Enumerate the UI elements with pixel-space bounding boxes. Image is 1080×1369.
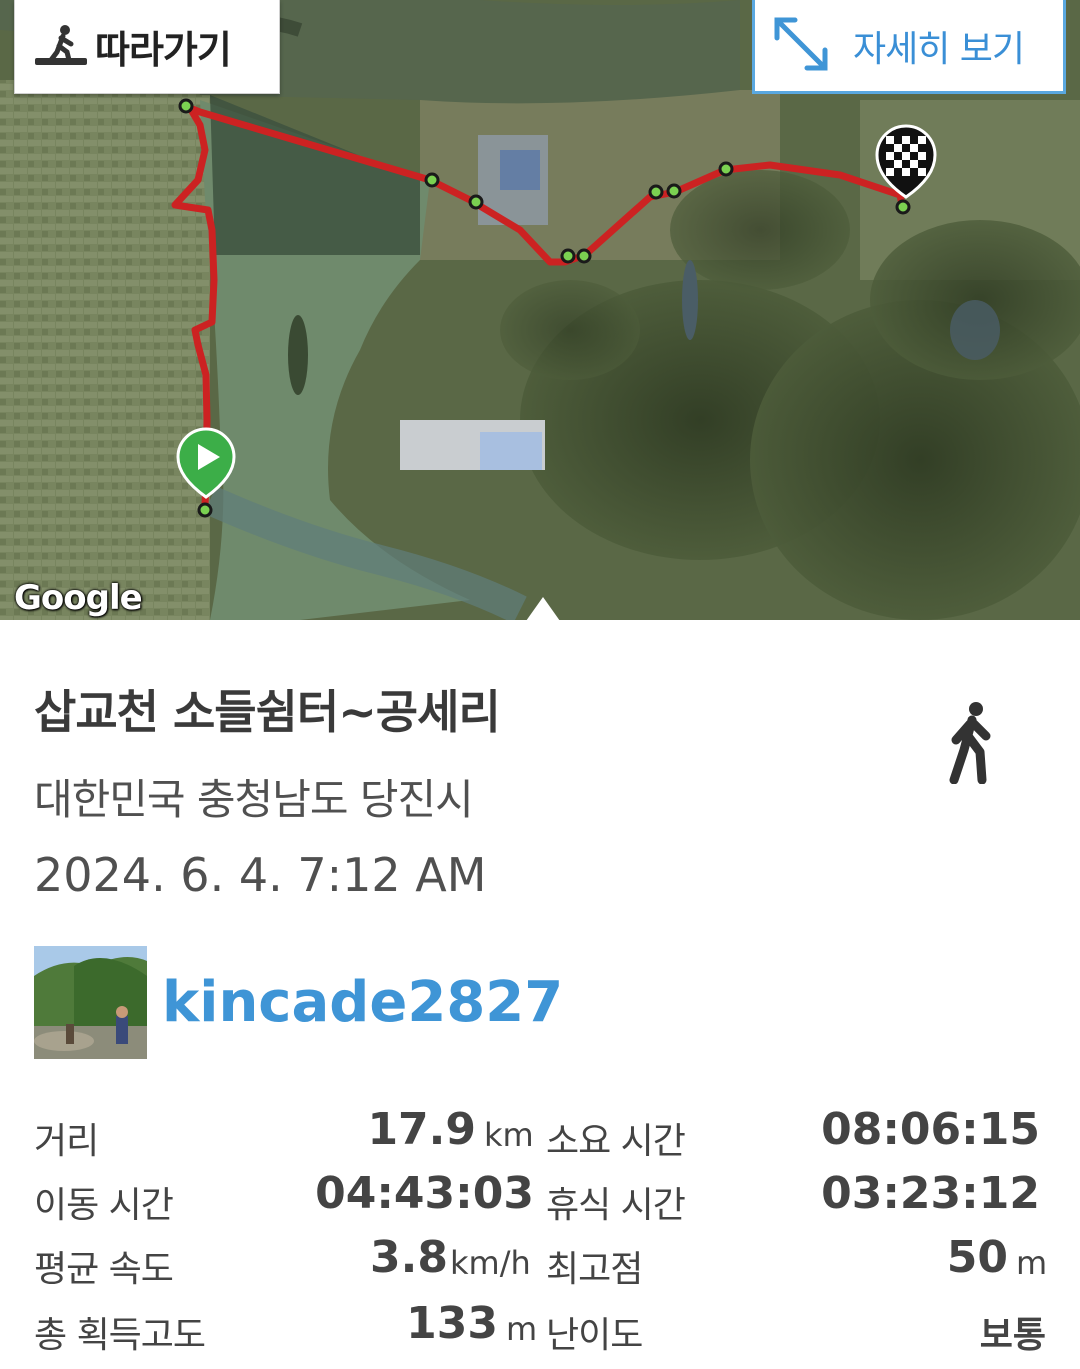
detail-label: 자세히 보기 xyxy=(853,28,1025,70)
stat-label-moving-time: 이동 시간 xyxy=(34,1185,174,1226)
stat-label-distance: 거리 xyxy=(34,1121,99,1162)
stat-label-max-elevation: 최고점 xyxy=(546,1249,643,1290)
google-logo: Google xyxy=(14,578,143,618)
stat-unit-distance: km xyxy=(484,1116,534,1154)
follow-label: 따라가기 xyxy=(95,28,232,72)
map-pointer-notch xyxy=(526,597,560,620)
stat-unit-max-elevation: m xyxy=(1016,1244,1048,1282)
stat-value-difficulty: 보통 xyxy=(979,1315,1046,1356)
username-link[interactable]: kincade2827 xyxy=(162,970,563,1035)
stat-value-avg-speed: 3.8 xyxy=(370,1232,448,1283)
stat-value-elevation-gain: 133 xyxy=(406,1298,498,1349)
stat-label-difficulty: 난이도 xyxy=(546,1315,643,1356)
stat-unit-avg-speed: km/h xyxy=(450,1244,531,1282)
view-details-button[interactable]: 자세히 보기 xyxy=(752,0,1066,94)
stat-label-avg-speed: 평균 속도 xyxy=(34,1249,174,1290)
stat-label-total-time: 소요 시간 xyxy=(546,1121,686,1162)
hiker-icon xyxy=(35,22,87,72)
stat-value-max-elevation: 50 xyxy=(946,1232,1008,1283)
stat-unit-elevation-gain: m xyxy=(506,1310,538,1348)
stat-value-distance: 17.9 xyxy=(367,1104,476,1155)
track-title: 삽교천 소들쉼터~공세리 xyxy=(34,685,501,739)
follow-button[interactable]: 따라가기 xyxy=(14,0,280,94)
avatar[interactable] xyxy=(34,946,147,1059)
track-location: 대한민국 충청남도 당진시 xyxy=(34,775,474,824)
stat-value-moving-time: 04:43:03 xyxy=(315,1168,534,1219)
track-datetime: 2024. 6. 4. 7:12 AM xyxy=(34,848,487,902)
walking-person-icon xyxy=(946,700,996,785)
stat-value-total-time: 08:06:15 xyxy=(821,1104,1040,1155)
stat-label-elevation-gain: 총 획득고도 xyxy=(34,1315,206,1356)
stat-label-rest-time: 휴식 시간 xyxy=(546,1185,686,1226)
map-view[interactable]: 따라가기 자세히 보기 Google xyxy=(0,0,1080,620)
expand-icon xyxy=(763,6,839,86)
stat-value-rest-time: 03:23:12 xyxy=(821,1168,1040,1219)
